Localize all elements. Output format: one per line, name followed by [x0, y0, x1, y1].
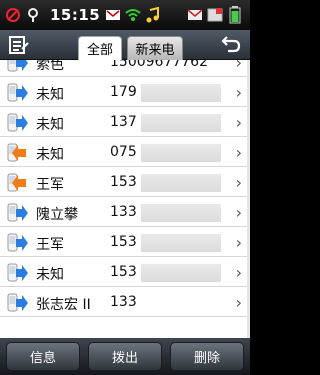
chevron-right-icon[interactable]: › — [236, 83, 242, 102]
chevron-right-icon[interactable]: › — [236, 203, 242, 222]
scrollbar[interactable] — [247, 60, 250, 338]
phone-number: 153 — [110, 234, 137, 250]
message-icon — [206, 6, 224, 24]
dial-button[interactable]: 拨出 — [88, 342, 162, 371]
contact-name: 未知 — [36, 147, 64, 163]
contact-name: 隗立攀 — [36, 207, 78, 223]
delete-button[interactable]: 删除 — [170, 342, 244, 371]
call-row[interactable]: 王军 153 › — [0, 168, 250, 197]
contact-name: 王军 — [36, 177, 64, 193]
incoming-call-icon — [6, 143, 28, 163]
phone-number: 153 — [110, 264, 137, 280]
call-row[interactable]: 未知 075 › — [0, 138, 250, 167]
battery-icon — [226, 6, 244, 24]
no-signal-icon — [4, 6, 22, 24]
menu-icon[interactable] — [8, 35, 30, 55]
phone-number: 133 — [110, 294, 137, 310]
outgoing-call-icon — [6, 263, 28, 283]
call-row[interactable]: 未知 153 › — [0, 258, 250, 287]
number-redaction — [141, 264, 221, 282]
phone-number: 153 — [110, 174, 137, 190]
bottom-bar: 信息 拨出 删除 — [0, 338, 250, 375]
outgoing-call-icon — [6, 203, 28, 223]
email-icon — [186, 6, 204, 24]
number-redaction — [141, 144, 221, 162]
outgoing-call-icon — [6, 233, 28, 253]
call-row[interactable]: 张志宏 II 133 › — [0, 288, 250, 317]
incoming-call-icon — [6, 173, 28, 193]
outgoing-call-icon — [6, 60, 28, 73]
chevron-right-icon[interactable]: › — [236, 263, 242, 282]
tab-bar: 全部 新来电 — [0, 30, 250, 60]
tab-new-calls[interactable]: 新来电 — [127, 36, 183, 60]
chevron-right-icon[interactable]: › — [236, 233, 242, 252]
tab-all[interactable]: 全部 — [78, 36, 122, 60]
phone-number: 137 — [110, 114, 137, 130]
status-bar: 15:15 — [0, 0, 250, 30]
number-redaction — [141, 114, 221, 132]
call-log-list: 索色 15009677762 › 未知 179 › 未知 137 › 未知 075 › 王军 153 › 隗立… — [0, 60, 250, 338]
status-time: 15:15 — [50, 6, 101, 24]
location-icon — [24, 6, 42, 24]
call-row[interactable]: 隗立攀 133 › — [0, 198, 250, 227]
music-icon — [144, 6, 162, 24]
message-button[interactable]: 信息 — [6, 342, 80, 371]
number-redaction — [141, 204, 221, 222]
number-redaction — [141, 234, 221, 252]
phone-number: 179 — [110, 84, 137, 100]
contact-name: 未知 — [36, 117, 64, 133]
chevron-right-icon[interactable]: › — [236, 60, 242, 72]
contact-name: 未知 — [36, 87, 64, 103]
chevron-right-icon[interactable]: › — [236, 143, 242, 162]
number-redaction — [141, 84, 221, 102]
call-row[interactable]: 未知 137 › — [0, 108, 250, 137]
outgoing-call-icon — [6, 113, 28, 133]
outgoing-call-icon — [6, 293, 28, 313]
contact-name: 张志宏 II — [36, 297, 91, 313]
contact-name: 索色 — [36, 60, 64, 73]
phone-number: 075 — [110, 144, 137, 160]
phone-number: 133 — [110, 204, 137, 220]
call-row[interactable]: 王军 153 › — [0, 228, 250, 257]
number-redaction — [141, 174, 221, 192]
back-icon[interactable] — [220, 35, 242, 55]
contact-name: 未知 — [36, 267, 64, 283]
missed-call-icon — [104, 6, 122, 24]
call-row[interactable]: 索色 15009677762 › — [0, 60, 250, 77]
outgoing-call-icon — [6, 83, 28, 103]
contact-name: 王军 — [36, 237, 64, 253]
status-right — [186, 6, 246, 24]
call-row[interactable]: 未知 179 › — [0, 78, 250, 107]
wifi-icon — [124, 6, 142, 24]
phone-number: 15009677762 — [110, 60, 208, 70]
chevron-right-icon[interactable]: › — [236, 293, 242, 312]
chevron-right-icon[interactable]: › — [236, 173, 242, 192]
chevron-right-icon[interactable]: › — [236, 113, 242, 132]
